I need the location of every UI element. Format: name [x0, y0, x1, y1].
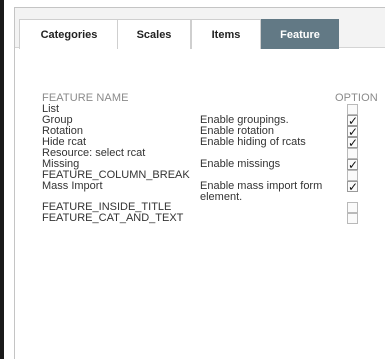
feature-option-checkbox[interactable]: ✓: [347, 137, 358, 149]
feature-option-checkbox[interactable]: ✓: [347, 181, 358, 193]
tab-categories[interactable]: Categories: [19, 19, 119, 49]
tab-bar: Categories Scales Items Feature: [15, 8, 385, 49]
feature-description: Enable missings: [200, 158, 281, 170]
tab-scales[interactable]: Scales: [117, 19, 191, 49]
feature-panel: Categories Scales Items Feature FEATURE …: [14, 7, 385, 359]
tab-items[interactable]: Items: [191, 19, 261, 49]
feature-name: Mass Import: [42, 180, 103, 192]
feature-option-checkbox[interactable]: [347, 202, 358, 213]
feature-description: Enable hiding of rcats: [200, 136, 306, 148]
tab-feature[interactable]: Feature: [261, 19, 339, 49]
feature-row: Mass Import Enable mass import form eleme…: [15, 180, 385, 203]
column-header-option: OPTION: [335, 92, 378, 104]
feature-name: FEATURE_CAT_AND_TEXT: [42, 212, 184, 224]
feature-row: FEATURE_CAT_AND_TEXT: [15, 213, 385, 224]
feature-option-checkbox[interactable]: [347, 213, 358, 224]
feature-description: Enable mass import form element.: [200, 180, 323, 203]
feature-option-checkbox[interactable]: ✓: [347, 159, 358, 171]
window-edge: [0, 0, 4, 359]
